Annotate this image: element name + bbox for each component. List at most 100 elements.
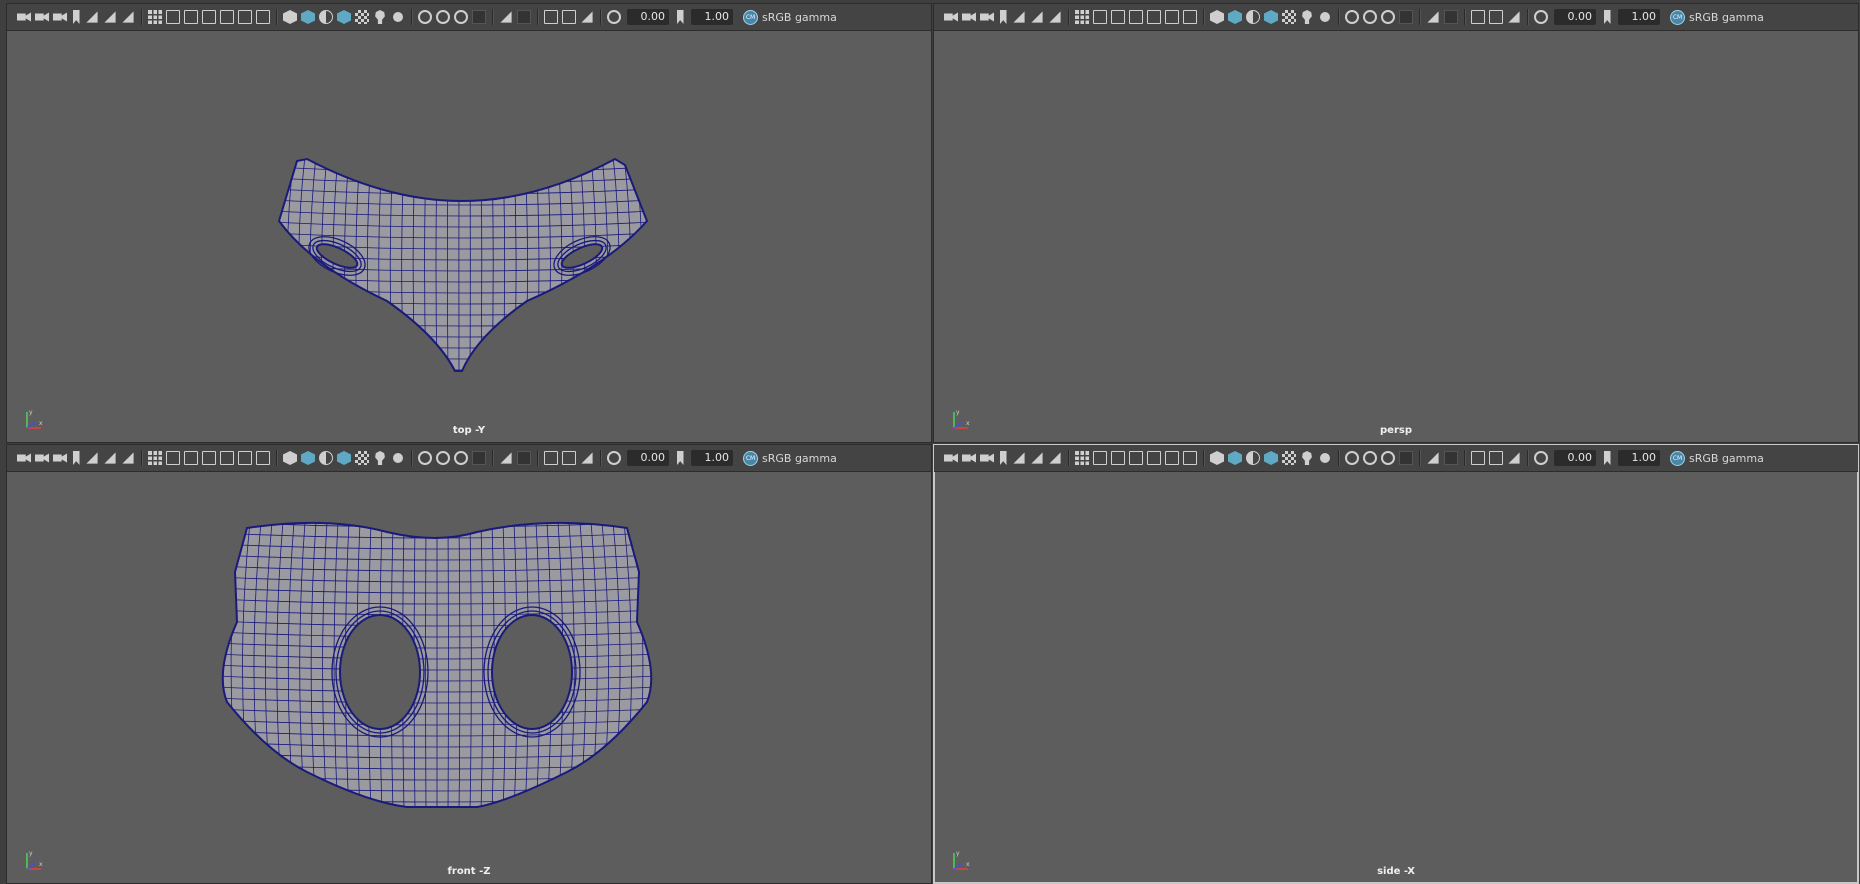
color-management-icon[interactable]: CM — [743, 450, 758, 466]
wireframe-on-shaded-icon[interactable] — [1264, 10, 1278, 24]
screen-space-ambient-occlusion-icon[interactable] — [418, 10, 432, 24]
textures-icon[interactable] — [1282, 10, 1296, 24]
motion-blur-icon[interactable] — [436, 451, 450, 465]
xray-icon[interactable] — [1444, 451, 1458, 465]
color-management-icon[interactable]: CM — [1670, 450, 1685, 466]
exposure-icon[interactable] — [1534, 10, 1548, 24]
anti-aliasing-icon[interactable] — [454, 451, 468, 465]
color-space-label[interactable]: sRGB gamma — [762, 452, 837, 465]
gamma-field[interactable]: 1.00 — [1618, 450, 1660, 466]
camera-attributes-icon[interactable] — [35, 453, 49, 463]
wireframe-on-shaded-icon[interactable] — [337, 451, 351, 465]
resolution-gate-icon[interactable] — [184, 451, 198, 465]
camera-icon[interactable] — [944, 453, 958, 463]
gamma-icon[interactable] — [677, 10, 684, 24]
smooth-shade-icon[interactable] — [1228, 451, 1242, 465]
safe-title-icon[interactable] — [1183, 10, 1197, 24]
motion-blur-icon[interactable] — [1363, 10, 1377, 24]
lighting-icon[interactable] — [375, 451, 385, 465]
field-chart-icon[interactable] — [220, 10, 234, 24]
depth-of-field-icon[interactable] — [1399, 451, 1413, 465]
motion-blur-icon[interactable] — [436, 10, 450, 24]
xray-icon[interactable] — [517, 10, 531, 24]
wireframe-icon[interactable] — [1210, 10, 1224, 24]
lighting-icon[interactable] — [1302, 10, 1312, 24]
grease-pencil-icon[interactable] — [122, 452, 134, 464]
film-gate-icon[interactable] — [1093, 10, 1107, 24]
mask-mesh-front[interactable] — [7, 472, 931, 862]
gamma-field[interactable]: 1.00 — [691, 9, 733, 25]
gate-mask-icon[interactable] — [1129, 451, 1143, 465]
grid-icon[interactable] — [148, 10, 162, 24]
motion-blur-icon[interactable] — [1363, 451, 1377, 465]
xray-active-components-icon[interactable] — [562, 451, 576, 465]
bookmark-camera-icon[interactable] — [980, 453, 994, 463]
exposure-field[interactable]: 0.00 — [627, 450, 669, 466]
isolate-select-icon[interactable] — [1427, 452, 1439, 464]
xray-joints-icon[interactable] — [544, 10, 558, 24]
wireframe-on-shaded-icon[interactable] — [337, 10, 351, 24]
default-material-icon[interactable] — [1246, 451, 1260, 465]
wireframe-icon[interactable] — [283, 10, 297, 24]
grid-icon[interactable] — [1075, 10, 1089, 24]
gamma-field[interactable]: 1.00 — [691, 450, 733, 466]
xray-active-components-icon[interactable] — [562, 10, 576, 24]
xray-icon[interactable] — [517, 451, 531, 465]
exposure-icon[interactable] — [1534, 451, 1548, 465]
viewport-front[interactable]: 0.00 1.00 CM sRGB gamma front -Z y x — [6, 444, 932, 884]
backface-culling-icon[interactable] — [581, 11, 593, 23]
viewport-side[interactable]: 0.00 1.00 CM sRGB gamma side -X y x — [933, 444, 1859, 884]
gate-mask-icon[interactable] — [1129, 10, 1143, 24]
color-space-label[interactable]: sRGB gamma — [1689, 11, 1764, 24]
safe-title-icon[interactable] — [1183, 451, 1197, 465]
camera-icon[interactable] — [17, 453, 31, 463]
default-material-icon[interactable] — [319, 10, 333, 24]
exposure-field[interactable]: 0.00 — [1554, 450, 1596, 466]
grid-icon[interactable] — [1075, 451, 1089, 465]
image-plane-icon[interactable] — [1013, 11, 1025, 23]
shadows-icon[interactable] — [393, 453, 403, 463]
image-plane-icon[interactable] — [86, 452, 98, 464]
wireframe-icon[interactable] — [1210, 451, 1224, 465]
grease-pencil-icon[interactable] — [1049, 11, 1061, 23]
gate-mask-icon[interactable] — [202, 10, 216, 24]
depth-of-field-icon[interactable] — [1399, 10, 1413, 24]
image-plane-icon[interactable] — [1013, 452, 1025, 464]
gamma-field[interactable]: 1.00 — [1618, 9, 1660, 25]
viewport-top[interactable]: 0.00 1.00 CM sRGB gamma top -Y y x — [6, 3, 932, 443]
depth-of-field-icon[interactable] — [472, 10, 486, 24]
gamma-icon[interactable] — [677, 451, 684, 465]
mask-mesh-top[interactable] — [7, 31, 931, 421]
camera-attributes-icon[interactable] — [35, 12, 49, 22]
mask-mesh-side[interactable] — [934, 472, 1858, 862]
2d-pan-zoom-icon[interactable] — [1031, 452, 1043, 464]
smooth-shade-icon[interactable] — [301, 451, 315, 465]
gate-mask-icon[interactable] — [202, 451, 216, 465]
gamma-icon[interactable] — [1604, 451, 1611, 465]
xray-joints-icon[interactable] — [1471, 10, 1485, 24]
field-chart-icon[interactable] — [220, 451, 234, 465]
bookmark-icon[interactable] — [73, 451, 80, 465]
isolate-select-icon[interactable] — [500, 11, 512, 23]
bookmark-camera-icon[interactable] — [980, 12, 994, 22]
color-management-icon[interactable]: CM — [743, 9, 758, 25]
lighting-icon[interactable] — [1302, 451, 1312, 465]
film-gate-icon[interactable] — [166, 10, 180, 24]
wireframe-icon[interactable] — [283, 451, 297, 465]
anti-aliasing-icon[interactable] — [1381, 451, 1395, 465]
exposure-icon[interactable] — [607, 10, 621, 24]
safe-action-icon[interactable] — [1165, 451, 1179, 465]
mask-mesh-persp[interactable] — [934, 31, 1858, 421]
field-chart-icon[interactable] — [1147, 10, 1161, 24]
field-chart-icon[interactable] — [1147, 451, 1161, 465]
camera-attributes-icon[interactable] — [962, 453, 976, 463]
shadows-icon[interactable] — [1320, 453, 1330, 463]
grid-icon[interactable] — [148, 451, 162, 465]
resolution-gate-icon[interactable] — [184, 10, 198, 24]
safe-action-icon[interactable] — [238, 10, 252, 24]
shadows-icon[interactable] — [1320, 12, 1330, 22]
default-material-icon[interactable] — [319, 451, 333, 465]
exposure-icon[interactable] — [607, 451, 621, 465]
color-management-icon[interactable]: CM — [1670, 9, 1685, 25]
gamma-icon[interactable] — [1604, 10, 1611, 24]
